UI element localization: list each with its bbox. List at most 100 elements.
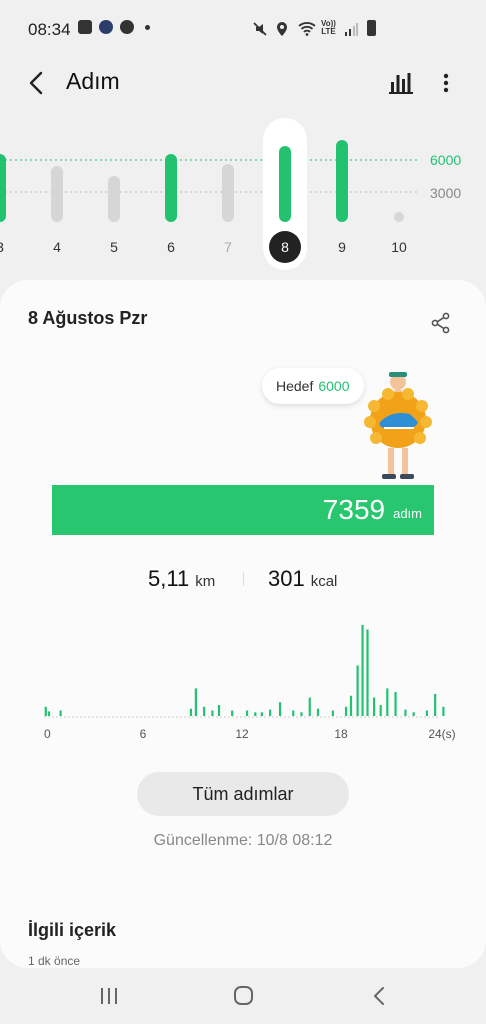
calories-value: 301: [268, 566, 305, 591]
hourly-bar: [245, 710, 249, 716]
hourly-bar: [373, 697, 376, 716]
hourly-steps-chart: 0 6 12 18 24(s): [0, 610, 486, 750]
status-left-icons: [78, 20, 150, 34]
hourly-bar: [59, 710, 62, 716]
day-label[interactable]: 6: [167, 239, 175, 255]
day-label[interactable]: 10: [391, 239, 407, 255]
nav-bar: [0, 968, 486, 1024]
mute-icon: [252, 21, 267, 36]
x-tick-label: 0: [44, 727, 51, 741]
all-steps-button[interactable]: Tüm adımlar: [137, 772, 349, 816]
image-icon: [78, 20, 92, 34]
day-label[interactable]: 8: [281, 239, 289, 255]
app-bar: Adım: [0, 58, 486, 108]
notification-dot-icon: [145, 24, 150, 30]
nav-back-icon[interactable]: [364, 982, 394, 1010]
goal-bubble: Hedef 6000: [262, 368, 364, 404]
day-label[interactable]: 3: [0, 239, 4, 255]
hourly-bar: [316, 708, 320, 716]
hourly-bar: [361, 624, 364, 716]
day-card: 8 Ağustos Pzr Hedef 6000 7359 adım 5,11 …: [0, 280, 486, 968]
day-label[interactable]: 9: [338, 239, 346, 255]
volte-icon: Vo)) LTE: [321, 20, 336, 36]
hourly-bar: [344, 706, 348, 716]
hourly-bar: [308, 697, 311, 716]
updated-text: Güncellenme: 10/8 08:12: [153, 832, 333, 849]
day-bar[interactable]: [222, 164, 234, 222]
accessibility-icon: [120, 20, 134, 34]
hourly-bar: [425, 710, 428, 716]
running-shoe-mascot-icon: [358, 366, 438, 484]
home-icon[interactable]: [228, 982, 258, 1010]
distance-metric: 5,11 km: [148, 566, 215, 592]
bar-chart-icon[interactable]: [388, 70, 414, 96]
status-time: 08:34: [28, 20, 71, 39]
hourly-bar: [231, 710, 234, 716]
hourly-bar: [44, 706, 47, 716]
distance-value: 5,11: [148, 566, 190, 591]
hourly-bar: [194, 688, 197, 716]
hourly-bar: [412, 712, 415, 716]
hourly-bar: [47, 711, 51, 716]
card-date: 8 Ağustos Pzr: [28, 308, 148, 328]
day-bar[interactable]: [336, 140, 348, 222]
related-title: İlgili içerik: [28, 920, 117, 940]
hourly-bar: [189, 708, 193, 716]
back-arrow-icon[interactable]: [22, 68, 52, 98]
day-bar[interactable]: [394, 212, 404, 222]
hourly-bar: [386, 688, 389, 716]
hourly-bar: [379, 704, 382, 716]
hourly-bar: [356, 665, 359, 716]
status-right-icons: Vo)) LTE: [252, 20, 376, 36]
day-label[interactable]: 7: [224, 239, 232, 255]
hourly-bar: [404, 709, 407, 716]
hourly-bar: [269, 709, 272, 716]
day-bar[interactable]: [51, 166, 63, 222]
hourly-bar: [260, 712, 263, 716]
recents-icon[interactable]: [94, 982, 124, 1010]
goal-label: Hedef: [276, 378, 314, 394]
related-time: 1 dk önce: [28, 954, 81, 968]
calories-metric: 301 kcal: [268, 566, 337, 592]
day-label[interactable]: 4: [53, 239, 61, 255]
day-label[interactable]: 5: [110, 239, 118, 255]
status-bar: 08:34 Vo)) LTE: [0, 0, 486, 60]
hourly-bar: [278, 702, 282, 716]
hourly-bar: [366, 629, 369, 716]
calories-unit: kcal: [310, 573, 338, 590]
steps-unit: adım: [393, 505, 422, 521]
x-tick-label: 24(s): [428, 727, 455, 741]
hourly-bar: [394, 692, 397, 716]
day-bar[interactable]: [0, 154, 6, 222]
week-strip: 3 4 5 6 7 8 9 10 6000 3000: [0, 110, 486, 280]
day-bar[interactable]: [108, 176, 120, 222]
goal-value: 6000: [318, 378, 350, 394]
week-strip-chart: 3 4 5 6 7 8 9 10: [0, 118, 418, 270]
hourly-bar: [331, 710, 334, 716]
steps-progress-bar: 7359 adım: [52, 485, 434, 535]
day-bar[interactable]: [165, 154, 177, 222]
battery-icon: [366, 20, 376, 36]
hourly-bar: [292, 710, 295, 716]
hourly-bar: [434, 693, 437, 716]
x-tick-label: 12: [235, 727, 249, 741]
x-tick-label: 18: [334, 727, 348, 741]
signal-icon: [344, 21, 359, 36]
hourly-bar: [349, 695, 353, 716]
more-vert-icon[interactable]: [436, 68, 456, 98]
hourly-bar: [300, 712, 303, 716]
x-tick-label: 6: [140, 727, 147, 741]
distance-unit: km: [195, 573, 216, 590]
share-icon[interactable]: [430, 312, 452, 334]
location-icon: [275, 21, 290, 36]
hourly-bar: [217, 704, 221, 716]
steps-value: 7359: [322, 494, 386, 525]
messenger-icon: [99, 20, 113, 34]
hourly-steps-svg: 0 6 12 18 24(s): [44, 624, 456, 741]
mid-line-label: 3000: [430, 185, 462, 201]
metrics-row: 5,11 km 301 kcal: [0, 566, 486, 596]
hourly-bar: [211, 710, 214, 716]
goal-line-label: 6000: [430, 152, 462, 168]
day-bar[interactable]: [279, 146, 291, 222]
hourly-bar: [442, 706, 445, 716]
